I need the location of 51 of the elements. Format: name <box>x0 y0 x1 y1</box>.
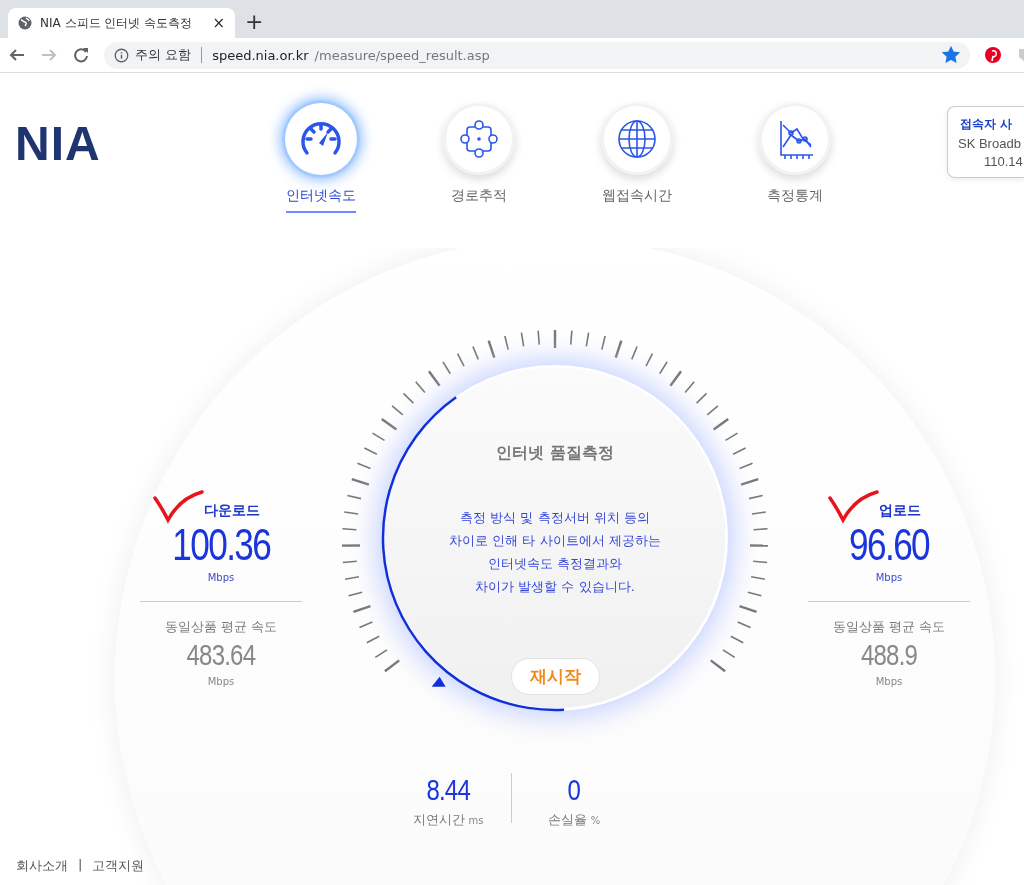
card-title: 접속자 사 <box>960 115 1013 133</box>
latency-label: 지연시간 <box>412 811 465 829</box>
nav-icon-button[interactable] <box>759 103 831 175</box>
security-status: 주의 요함 <box>135 46 192 64</box>
loss-value: 0 <box>567 773 581 807</box>
footer-link[interactable]: 회사소개 <box>16 857 68 875</box>
average-speed-label: 동일상품 평균 속도 <box>832 618 946 636</box>
new-tab-button[interactable]: + <box>245 4 264 34</box>
tab-title[interactable]: NIA 스피드 인터넷 속도측정 <box>40 14 205 32</box>
pin-icon[interactable] <box>984 46 1002 64</box>
speed-unit: Mbps <box>875 572 903 583</box>
globe-icon <box>615 117 659 161</box>
notice-text: 인터넷속도 측정결과와 <box>487 555 623 573</box>
latency-unit: ms <box>468 815 484 826</box>
close-tab-button[interactable]: × <box>212 14 225 32</box>
url-path: /measure/speed_result.asp <box>314 47 491 63</box>
globe-icon <box>18 16 32 30</box>
nav-tab[interactable]: 측정통계 <box>767 187 823 213</box>
address-bar[interactable]: 주의 요함 speed.nia.or.kr /measure/speed_result.asp <box>104 41 970 69</box>
info-icon <box>114 47 129 63</box>
loss-unit: % <box>590 815 601 826</box>
average-speed-value: 488.9 <box>860 637 917 673</box>
logo[interactable]: NIA <box>15 116 265 171</box>
star-icon[interactable] <box>942 46 960 64</box>
provider-name: SK Broadb <box>958 135 1021 151</box>
footer-link[interactable]: 고객지원 <box>92 857 145 875</box>
url-host: speed.nia.or.kr <box>212 47 309 63</box>
nav-icon-button[interactable] <box>443 103 515 175</box>
average-speed-label: 동일상품 평균 속도 <box>164 618 278 636</box>
loss-label: 손실율 <box>547 811 587 829</box>
average-speed-unit: Mbps <box>207 676 235 687</box>
speed-unit: Mbps <box>207 572 235 583</box>
nav-tab[interactable]: 인터넷속도 <box>286 187 356 213</box>
speed-value: 96.60 <box>848 520 930 570</box>
notice-text: 차이로 인해 타 사이트에서 제공하는 <box>449 532 661 550</box>
nav-tab[interactable]: 경로추적 <box>451 187 507 213</box>
average-speed-value: 483.64 <box>186 637 256 673</box>
nav-tab[interactable]: 웹접속시간 <box>602 187 672 213</box>
reload-icon[interactable] <box>72 46 90 64</box>
nav-icon-button[interactable] <box>601 103 673 175</box>
footer-separator: | <box>78 857 83 874</box>
latency-value: 8.44 <box>426 773 470 807</box>
speed-label: 업로드 <box>879 502 921 520</box>
notice-text: 측정 방식 및 측정서버 위치 등의 <box>460 509 650 527</box>
notice-text: 차이가 발생할 수 있습니다. <box>475 578 635 596</box>
measure-title: 인터넷 품질측정 <box>496 443 614 464</box>
speed-label: 다운로드 <box>204 502 260 520</box>
network-route-icon <box>457 117 501 161</box>
average-speed-unit: Mbps <box>875 676 903 687</box>
nav-icon-button[interactable] <box>285 103 357 175</box>
speed-value: 100.36 <box>171 520 270 570</box>
